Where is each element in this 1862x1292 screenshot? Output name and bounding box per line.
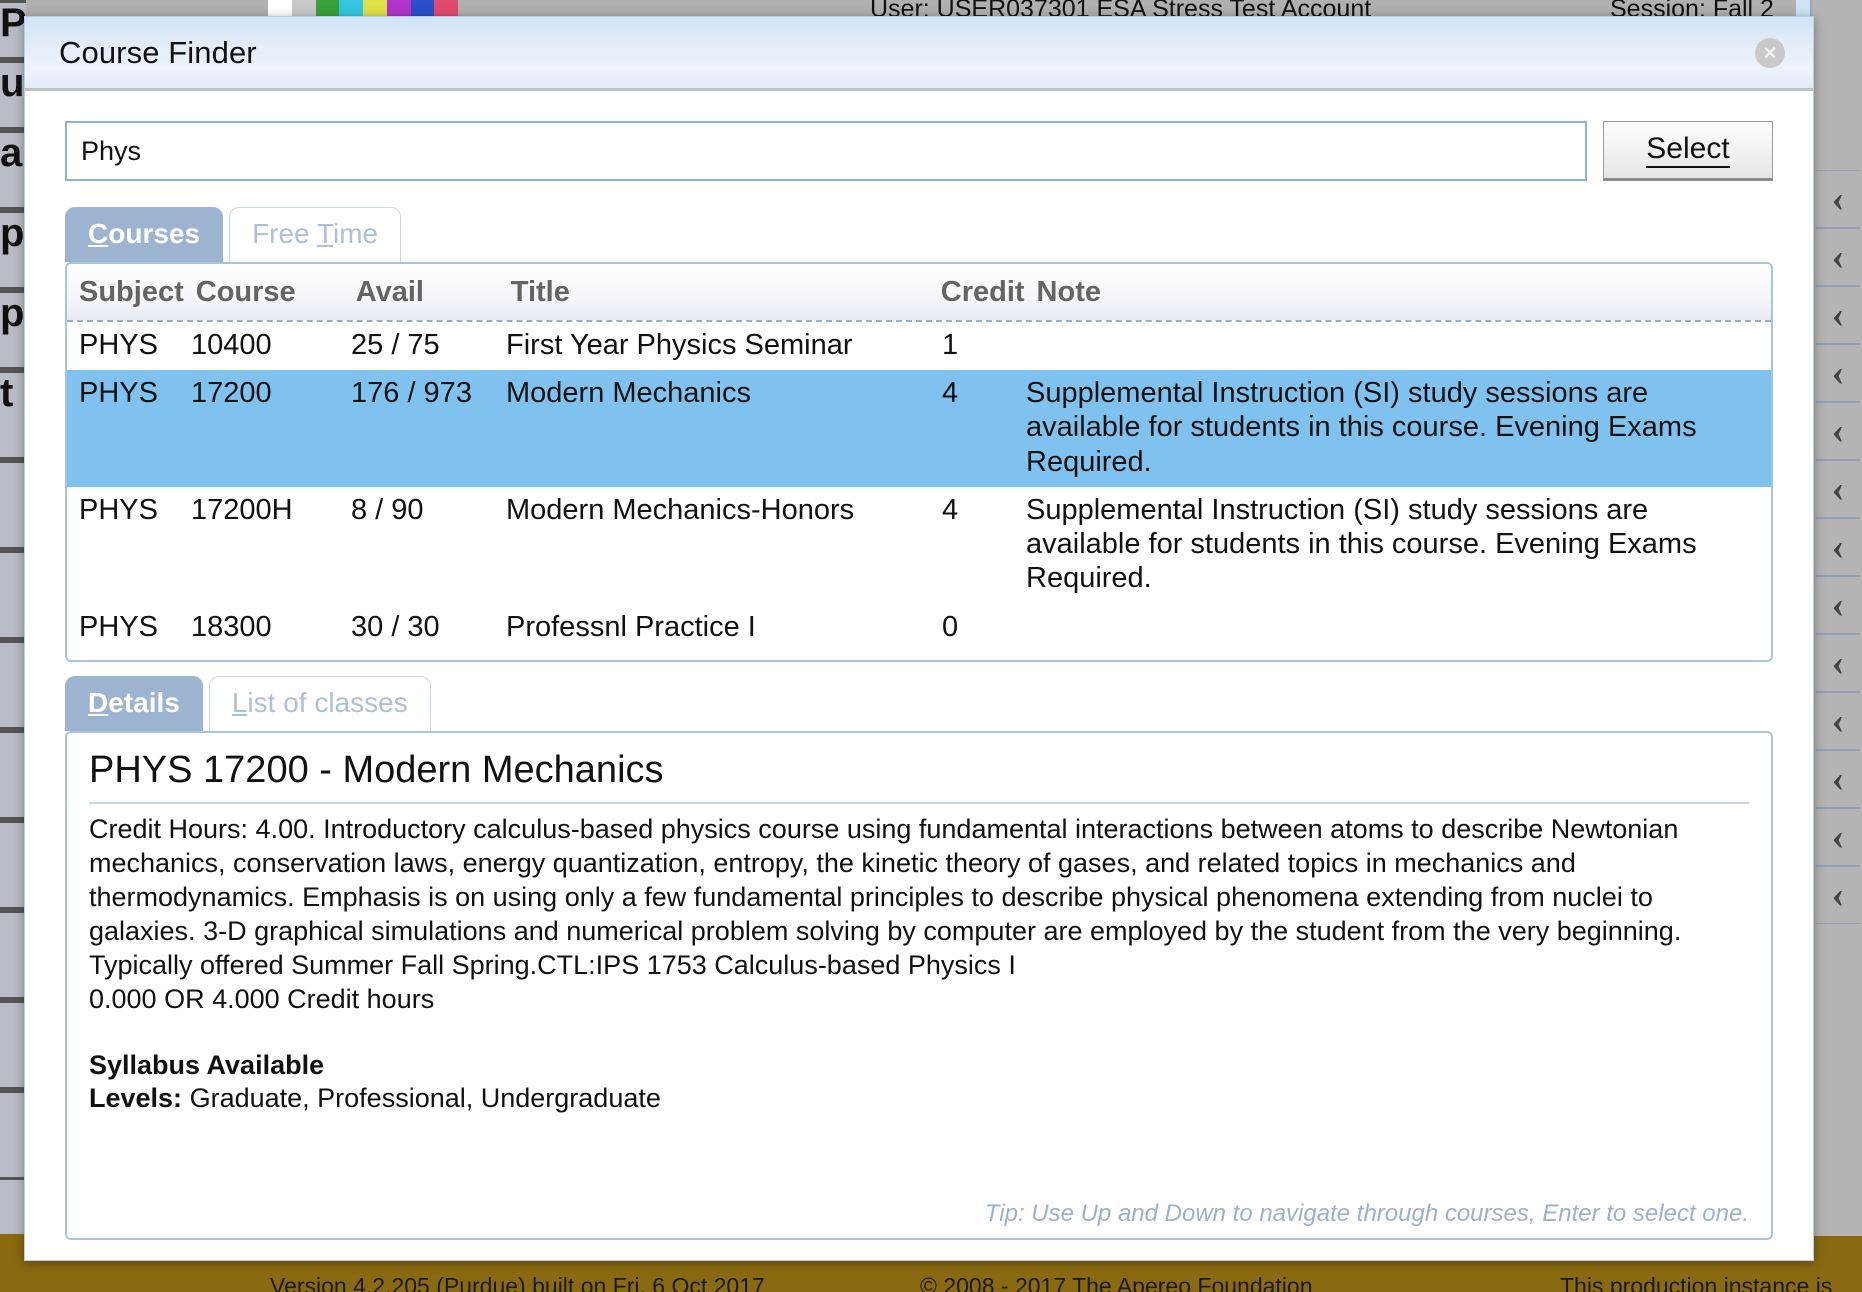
chevron-left-icon[interactable]: ‹ [1816, 808, 1860, 866]
course-levels-label: Levels: [89, 1083, 183, 1114]
course-finder-dialog: Course Finder × Select Courses Free Time… [24, 16, 1814, 1261]
course-results-table[interactable]: Subject Course Avail Title Credit Note P… [65, 262, 1773, 662]
chevron-left-icon[interactable]: ‹ [1816, 170, 1860, 228]
course-levels: Levels: Graduate, Professional, Undergra… [89, 1083, 1749, 1114]
cell-note: Supplemental Instruction (SI) study sess… [1026, 377, 1697, 478]
background-right-panel: ‹ ‹ ‹ ‹ ‹ ‹ ‹ ‹ ‹ ‹ ‹ ‹ ‹ [1810, 0, 1862, 1292]
chevron-left-icon[interactable]: ‹ [1816, 634, 1860, 692]
tab-list-of-classes[interactable]: List of classes [208, 676, 431, 731]
cell-title: First Year Physics Seminar [506, 329, 853, 361]
dialog-body: Select Courses Free Time Subject Course … [25, 91, 1813, 1260]
navigation-tip: Tip: Use Up and Down to navigate through… [984, 1200, 1749, 1227]
cell-course: 17200 [191, 377, 272, 410]
cell-course: 17200H [191, 493, 293, 526]
select-button[interactable]: Select [1603, 121, 1773, 181]
close-icon[interactable]: × [1755, 37, 1785, 68]
tab-details-label-rest: etails [108, 687, 180, 718]
footer-version: Version 4.2.205 (Purdue) built on Fri, 6… [270, 1273, 765, 1292]
background-left-column: P ul a p p t [0, 0, 26, 1236]
chevron-left-icon[interactable]: ‹ [1816, 402, 1860, 460]
cell-course: 18400 [179, 658, 339, 660]
course-search-input[interactable] [65, 121, 1587, 181]
dialog-title: Course Finder [59, 34, 257, 70]
cell-credit: 1 [942, 329, 959, 361]
cell-avail: 30 / 30 [351, 610, 440, 643]
chevron-left-icon[interactable]: ‹ [1816, 576, 1860, 634]
chevron-left-icon[interactable]: ‹ [1816, 866, 1860, 924]
footer-instance-note: This production instance is [1560, 1273, 1833, 1292]
column-header-course[interactable]: Course [184, 276, 344, 309]
course-offered-text: Typically offered Summer Fall Spring.CTL… [89, 950, 1016, 981]
column-header-title[interactable]: Title [499, 276, 929, 309]
chevron-left-icon[interactable]: ‹ [1816, 228, 1860, 286]
chevron-left-icon[interactable]: ‹ [1816, 460, 1860, 518]
table-row[interactable]: PHYS 10400 25 / 75 First Year Physics Se… [67, 322, 1771, 370]
cell-subject: PHYS [79, 329, 158, 361]
cell-avail: 176 / 973 [351, 377, 472, 410]
table-row[interactable]: PHYS 17200H 8 / 90 Modern Mechanics-Hono… [67, 487, 1771, 604]
detail-mode-tabs: Details List of classes [65, 676, 1773, 731]
course-details-heading: PHYS 17200 - Modern Mechanics [89, 749, 1749, 804]
table-row[interactable]: PHYS 18300 30 / 30 Professnl Practice I … [67, 604, 1771, 652]
table-row[interactable]: PHYS 18400 30 / 30 Professnl Practice II… [67, 652, 1771, 660]
course-description: Credit Hours: 4.00. Introductory calculu… [89, 814, 1682, 947]
cell-subject: PHYS [79, 377, 158, 410]
search-row: Select [65, 121, 1773, 181]
footer-copyright: © 2008 - 2017 The Apereo Foundation [920, 1273, 1313, 1292]
cell-subject: PHYS [79, 610, 158, 643]
cell-credit: 0 [942, 610, 959, 643]
cell-title: Professnl Practice I [506, 610, 756, 643]
tab-free-time[interactable]: Free Time [229, 207, 402, 262]
course-mode-tabs: Courses Free Time [65, 207, 1773, 262]
column-header-avail[interactable]: Avail [344, 276, 499, 309]
dialog-titlebar: Course Finder × [25, 17, 1813, 91]
tab-list-of-classes-label-rest: ist of classes [247, 687, 408, 718]
chevron-left-icon[interactable]: ‹ [1816, 286, 1860, 344]
cell-title: Modern Mechanics-Honors [506, 493, 855, 526]
syllabus-available-label: Syllabus Available [89, 1050, 325, 1081]
cell-subject: PHYS [67, 658, 179, 660]
chevron-left-icon[interactable]: ‹ [1816, 692, 1860, 750]
cell-course: 18300 [191, 610, 272, 643]
table-row[interactable]: PHYS 17200 176 / 973 Modern Mechanics 4 … [67, 370, 1771, 487]
course-levels-value: Graduate, Professional, Undergraduate [189, 1083, 661, 1114]
chevron-left-icon[interactable]: ‹ [1816, 750, 1860, 808]
cell-credit: 0 [924, 658, 1014, 660]
cell-avail: 25 / 75 [351, 329, 440, 361]
select-button-label: Select [1646, 132, 1730, 168]
course-details-panel: PHYS 17200 - Modern Mechanics Credit Hou… [65, 731, 1773, 1240]
tab-courses-label-rest: ourses [108, 218, 201, 249]
chevron-left-icon[interactable]: ‹ [1816, 518, 1860, 576]
table-header-row: Subject Course Avail Title Credit Note [67, 264, 1771, 322]
cell-note: Supplemental Instruction (SI) study sess… [1026, 493, 1697, 595]
cell-credit: 4 [942, 377, 959, 410]
column-header-note[interactable]: Note [1025, 276, 1771, 309]
tab-courses[interactable]: Courses [65, 207, 224, 262]
course-credit-hours-text: 0.000 OR 4.000 Credit hours [89, 984, 435, 1015]
cell-avail: 8 / 90 [351, 493, 424, 526]
column-header-credit[interactable]: Credit [929, 276, 1025, 309]
cell-course: 10400 [191, 329, 272, 361]
tab-details[interactable]: Details [65, 676, 203, 731]
cell-title: Professnl Practice II [494, 658, 924, 660]
chevron-left-icon[interactable]: ‹ [1816, 344, 1860, 402]
cell-subject: PHYS [79, 493, 158, 526]
column-header-subject[interactable]: Subject [67, 276, 184, 309]
cell-credit: 4 [942, 493, 959, 526]
cell-title: Modern Mechanics [506, 377, 751, 410]
cell-avail: 30 / 30 [339, 658, 494, 660]
